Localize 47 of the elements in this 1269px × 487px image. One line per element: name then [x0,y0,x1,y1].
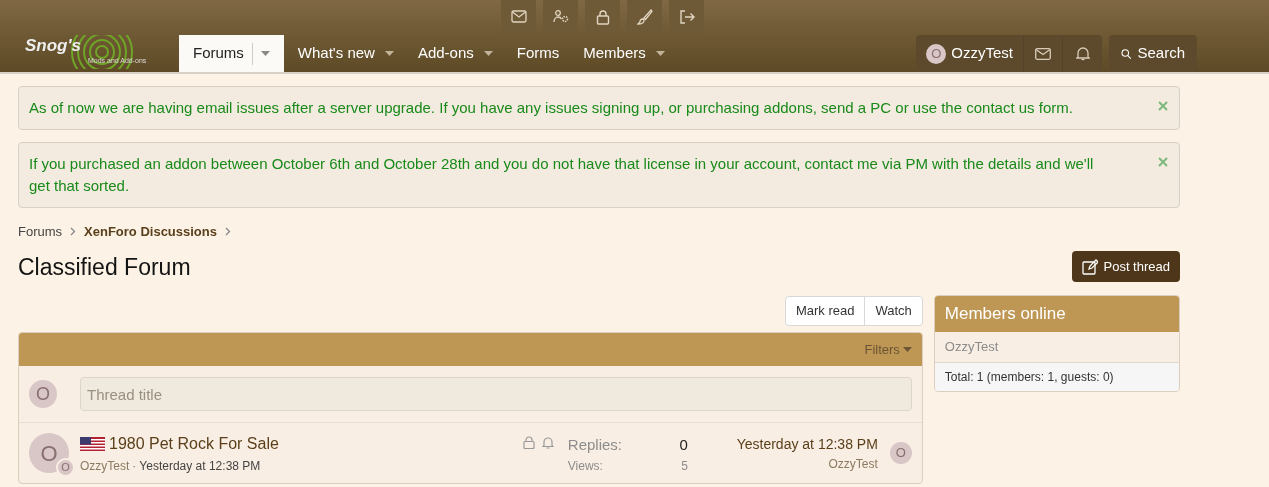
view-count: 5 [680,457,688,475]
search-button[interactable]: Search [1109,35,1197,72]
lock-icon [594,9,611,25]
page-title: Classified Forum [18,252,191,282]
nav-tab[interactable]: Add-ons [405,35,505,72]
user-avatar: O [926,43,947,64]
breadcrumb-link[interactable]: XenForo Discussions [84,222,217,242]
stat-label: Replies: [567,435,624,455]
close-icon[interactable] [1158,101,1168,111]
thread-title-link[interactable]: 1980 Pet Rock For Sale [109,431,279,456]
caret-icon [902,347,912,352]
mail-icon [1035,47,1051,60]
username: OzzyTest [951,43,1013,64]
action-button[interactable]: Mark read [785,297,865,325]
separator-text: · [132,457,137,475]
nav-tab[interactable]: Members [571,35,677,72]
badge-avatar: O [56,458,75,477]
flag-icon [80,436,105,451]
logout-icon [678,9,695,25]
chevron-icon [70,227,77,237]
action-button[interactable]: Watch [864,297,922,325]
logo-text: Snog's [25,37,81,54]
close-icon[interactable] [1158,157,1168,167]
user-avatar: O [889,442,912,464]
user-avatar: O [29,380,57,408]
edit-icon [1081,258,1098,275]
nav-tab[interactable]: Forums [179,35,284,72]
nav-tab[interactable]: What's new [285,35,406,72]
bell-icon [1075,46,1090,61]
thread-date: Yesterday at 12:38 PM [139,457,261,475]
mail-icon [510,9,527,25]
reply-count: 0 [678,435,688,455]
thread-title-field[interactable]: Thread title [80,377,912,411]
last-post-date[interactable]: Yesterday at 12:38 PM [736,433,878,455]
notice-text: If you purchased an addon between October 6th and October 28th and you do not have that license in your account, contact me via PM with the details and we'll get that sorted. [29,154,1095,196]
nav-tab[interactable]: Forms [504,35,572,72]
members-total: Total: 1 (members: 1, guests: 0) [934,363,1179,391]
users-gear-icon [552,9,569,25]
author-link[interactable]: OzzyTest [828,454,878,473]
author-link[interactable]: OzzyTest [80,456,130,475]
post-thread-button[interactable]: Post thread [1071,251,1180,283]
brush-icon [636,9,653,25]
breadcrumb-link[interactable]: Forums [18,222,63,242]
panel-title: Members online [934,296,1179,332]
notice-text: As of now we are having email issues after a server upgrade. If you have any issues signing up, or purchasing addons, send a PC or use the contact us form. [29,98,1074,118]
stat-label: Views: [567,457,604,475]
chevron-icon [225,227,231,237]
